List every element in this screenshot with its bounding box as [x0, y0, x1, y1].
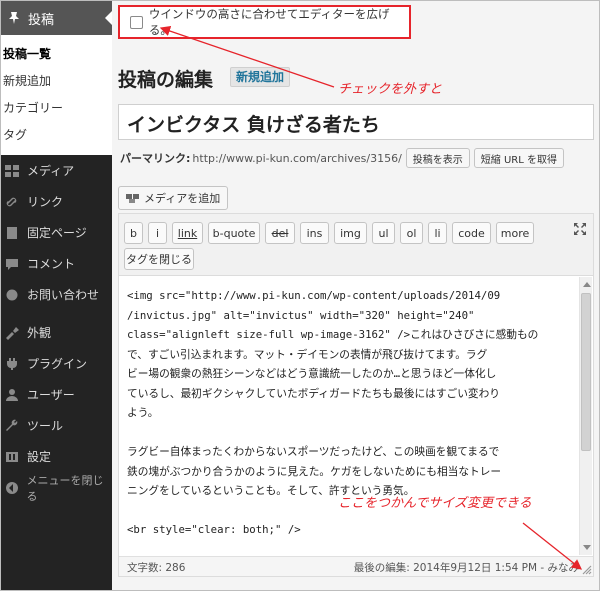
sidebar-item-label: プラグイン: [27, 357, 88, 371]
link-icon: [3, 194, 21, 210]
annotation-uncheck: チェックを外すと: [338, 82, 443, 97]
fullscreen-icon[interactable]: [573, 222, 587, 236]
appearance-icon: [3, 325, 21, 341]
sidebar-item-contact[interactable]: お問い合わせ: [1, 279, 112, 310]
sidebar-item-label: 固定ページ: [27, 226, 87, 240]
sidebar-item-tools[interactable]: ツール: [1, 410, 112, 441]
view-post-button[interactable]: 投稿を表示: [405, 148, 470, 168]
annotation-resize: ここをつかんでサイズ変更できる: [338, 496, 532, 511]
pushpin-icon: [5, 9, 23, 27]
permalink-label: パーマリンク:: [120, 152, 191, 165]
pages-icon: [3, 225, 21, 241]
qt-ol-button[interactable]: ol: [400, 222, 423, 244]
editor-textarea[interactable]: <img src="http://www.pi-kun.com/wp-conte…: [127, 286, 572, 579]
editor-content-area[interactable]: <img src="http://www.pi-kun.com/wp-conte…: [119, 275, 593, 575]
qt-italic-button[interactable]: i: [148, 222, 167, 244]
sidebar-item-label: ツール: [27, 419, 64, 433]
add-media-label: メディアを追加: [144, 192, 221, 205]
qt-img-button[interactable]: img: [334, 222, 367, 244]
sidebar-item-label: リンク: [27, 195, 64, 209]
editor-status-bar: 文字数: 286 最後の編集: 2014年9月12日 1:54 PM - みなみ: [119, 556, 593, 576]
current-menu-arrow-icon: [105, 11, 112, 25]
main-content: ウインドウの高さに合わせてエディターを広げる。 チェックを外すと 投稿の編集 新…: [112, 1, 599, 590]
scroll-thumb[interactable]: [581, 293, 591, 451]
settings-icon: [3, 449, 21, 465]
qt-ul-button[interactable]: ul: [372, 222, 395, 244]
sidebar-item-label: お問い合わせ: [27, 288, 100, 302]
sidebar-item-users[interactable]: ユーザー: [1, 379, 112, 410]
sidebar-item-comments[interactable]: コメント: [1, 248, 112, 279]
add-media-icon: [126, 192, 140, 204]
collapse-menu-label: メニューを閉じる: [26, 473, 104, 503]
screen-options-box: ウインドウの高さに合わせてエディターを広げる。: [118, 5, 411, 39]
qt-close-tags-button[interactable]: タグを閉じる: [124, 248, 194, 270]
sidebar-item-label: ユーザー: [27, 388, 75, 402]
add-new-button[interactable]: 新規追加: [230, 67, 291, 87]
editor-scrollbar[interactable]: [579, 277, 592, 555]
expand-editor-checkbox[interactable]: [130, 15, 143, 29]
sidebar-item-settings[interactable]: 設定: [1, 441, 112, 472]
scroll-up-icon[interactable]: [583, 282, 591, 287]
qt-del-button[interactable]: del: [265, 222, 295, 244]
plugins-icon: [3, 356, 21, 372]
permalink-url[interactable]: http://www.pi-kun.com/archives/3156/: [192, 152, 401, 165]
sidebar-item-appearance[interactable]: 外観: [1, 317, 112, 348]
submenu-add-new[interactable]: 新規追加: [3, 68, 112, 95]
sidebar-item-plugins[interactable]: プラグイン: [1, 348, 112, 379]
qt-link-button[interactable]: link: [172, 222, 203, 244]
sidebar-item-label: 設定: [27, 450, 52, 464]
post-title-input[interactable]: インビクタス 負けざる者たち: [118, 104, 594, 140]
submenu-categories[interactable]: カテゴリー: [3, 95, 112, 122]
contact-icon: [3, 287, 21, 303]
admin-sidebar: 投稿 投稿一覧 新規追加 カテゴリー タグ メディア リンク 固定ページ コメン…: [1, 1, 112, 590]
word-count: 文字数: 286: [127, 562, 186, 574]
comments-icon: [3, 256, 21, 272]
resize-grip-icon[interactable]: [580, 563, 592, 575]
collapse-arrow-icon: [3, 480, 20, 496]
page-title: 投稿の編集: [118, 69, 214, 91]
last-edited-info: 最後の編集: 2014年9月12日 1:54 PM - みなみ: [353, 562, 579, 574]
quicktags-toolbar: b i link b-quote del ins img ul ol li co…: [119, 214, 593, 274]
sidebar-item-label: 投稿: [28, 12, 55, 28]
wp-admin-window: 投稿 投稿一覧 新規追加 カテゴリー タグ メディア リンク 固定ページ コメン…: [0, 0, 600, 591]
sidebar-item-pages[interactable]: 固定ページ: [1, 217, 112, 248]
qt-bold-button[interactable]: b: [124, 222, 143, 244]
submenu-tags[interactable]: タグ: [3, 122, 112, 149]
expand-editor-label[interactable]: ウインドウの高さに合わせてエディターを広げる。: [149, 6, 409, 38]
qt-li-button[interactable]: li: [428, 222, 447, 244]
media-icon: [3, 163, 21, 179]
qt-code-button[interactable]: code: [452, 222, 491, 244]
submenu-all-posts[interactable]: 投稿一覧: [3, 41, 112, 68]
sidebar-item-label: コメント: [27, 257, 76, 271]
add-media-button[interactable]: メディアを追加: [118, 186, 229, 210]
permalink-row: パーマリンク: http://www.pi-kun.com/archives/3…: [120, 148, 564, 168]
qt-ins-button[interactable]: ins: [300, 222, 329, 244]
qt-more-button[interactable]: more: [496, 222, 534, 244]
get-shortlink-button[interactable]: 短縮 URL を取得: [473, 148, 564, 168]
posts-submenu: 投稿一覧 新規追加 カテゴリー タグ: [1, 35, 112, 155]
sidebar-item-label: メディア: [27, 164, 75, 178]
sidebar-item-label: 外観: [27, 326, 52, 340]
sidebar-item-media[interactable]: メディア: [1, 155, 112, 186]
sidebar-item-posts[interactable]: 投稿: [1, 1, 112, 35]
collapse-menu-button[interactable]: メニューを閉じる: [1, 472, 112, 503]
users-icon: [3, 387, 21, 403]
scroll-down-icon[interactable]: [583, 545, 591, 550]
sidebar-item-links[interactable]: リンク: [1, 186, 112, 217]
qt-blockquote-button[interactable]: b-quote: [208, 222, 260, 244]
tools-icon: [3, 418, 21, 434]
text-editor: b i link b-quote del ins img ul ol li co…: [118, 213, 594, 577]
